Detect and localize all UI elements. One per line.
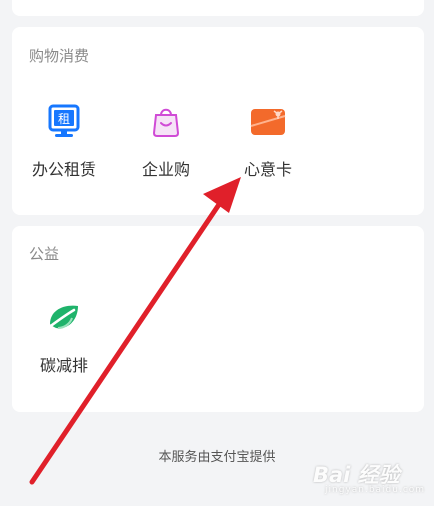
gift-card-icon [248,102,288,142]
enterprise-purchase-item[interactable]: 企业购 [121,102,211,180]
gift-card-label: 心意卡 [243,160,292,179]
shopping-bag-icon [146,102,186,142]
enterprise-purchase-label: 企业购 [141,160,190,179]
office-rental-item[interactable]: 租 办公租赁 [19,102,109,180]
section-title-charity: 公益 [29,245,60,263]
section-title-shopping: 购物消费 [29,47,90,65]
charity-section-card: 公益 碳减排 [12,226,424,412]
previous-section-card [12,0,424,16]
leaf-icon [44,298,84,338]
office-rental-label: 办公租赁 [31,160,96,179]
gift-card-item[interactable]: 心意卡 [223,102,313,180]
svg-text:租: 租 [58,112,70,126]
carbon-reduction-item[interactable]: 碳减排 [19,298,109,376]
carbon-reduction-label: 碳减排 [39,356,88,375]
rental-icon: 租 [44,102,84,142]
baidu-jingyan-watermark: Bai 经验 jingyan.baidu.com [305,455,430,499]
shopping-section-card: 购物消费 租 办公租赁 企业购 心意卡 [12,27,424,215]
watermark-subtext: jingyan.baidu.com [325,485,426,495]
